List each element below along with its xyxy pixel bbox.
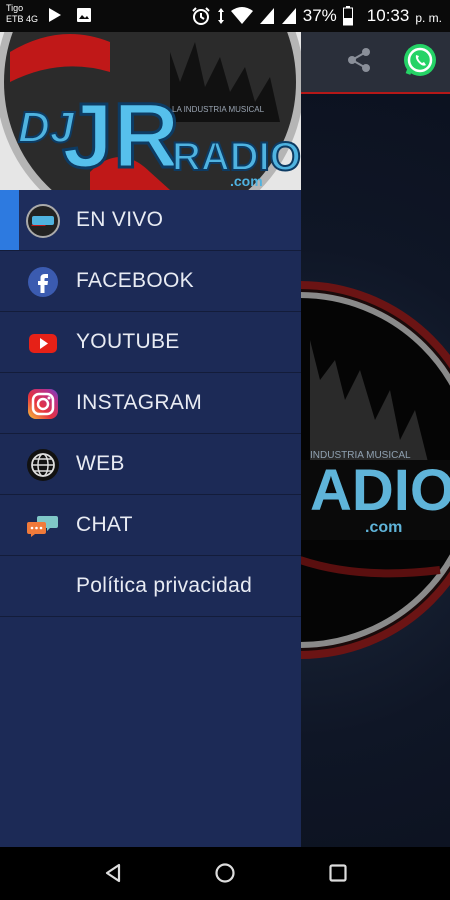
globe-icon <box>27 449 59 481</box>
network-type: ETB 4G <box>6 14 39 24</box>
menu-item-youtube[interactable]: YOUTUBE <box>0 312 301 373</box>
active-indicator <box>0 190 19 250</box>
image-icon <box>77 8 91 22</box>
logo-tagline: LA INDUSTRIA MUSICAL <box>172 105 265 114</box>
carrier-name: Tigo <box>6 3 24 13</box>
menu-label-facebook: FACEBOOK <box>76 269 194 292</box>
battery-percent: 37% <box>302 6 337 25</box>
youtube-icon <box>29 334 57 353</box>
signal-2-icon <box>281 8 296 24</box>
bg-logo-radio: ADIO <box>310 458 450 523</box>
system-navigation-bar <box>0 847 450 900</box>
clock-ampm: p. m. <box>415 10 442 25</box>
home-icon[interactable] <box>214 862 236 884</box>
whatsapp-icon[interactable] <box>402 42 438 78</box>
battery-icon <box>342 6 353 26</box>
alarm-icon <box>192 7 210 25</box>
menu-item-chat[interactable]: CHAT <box>0 495 301 556</box>
menu-label-web: WEB <box>76 452 125 475</box>
menu-label-youtube: YOUTUBE <box>76 330 180 353</box>
drawer-menu: EN VIVO FACEBOOK YOUTUBE INSTAGRAM WEB C… <box>0 190 301 617</box>
navigation-drawer: DJ JR RADIO .com LA INDUSTRIA MUSICAL EN… <box>0 32 301 847</box>
logo-jr: JR <box>62 85 180 187</box>
instagram-icon <box>28 389 58 419</box>
back-icon[interactable] <box>102 862 124 884</box>
menu-item-facebook[interactable]: FACEBOOK <box>0 251 301 312</box>
recents-icon[interactable] <box>327 862 349 884</box>
menu-label-chat: CHAT <box>76 513 133 536</box>
menu-label-instagram: INSTAGRAM <box>76 391 202 414</box>
signal-icon <box>259 8 274 24</box>
play-icon <box>49 8 61 22</box>
menu-item-instagram[interactable]: INSTAGRAM <box>0 373 301 434</box>
drawer-header: DJ JR RADIO .com LA INDUSTRIA MUSICAL <box>0 32 301 190</box>
menu-item-en-vivo[interactable]: EN VIVO <box>0 190 301 251</box>
menu-label-en-vivo: EN VIVO <box>76 208 164 231</box>
share-icon[interactable] <box>345 46 373 74</box>
menu-item-web[interactable]: WEB <box>0 434 301 495</box>
radio-logo-icon <box>26 204 60 238</box>
chat-icon <box>27 516 58 537</box>
bg-logo-tagline: INDUSTRIA MUSICAL <box>310 450 411 461</box>
facebook-icon <box>28 267 58 297</box>
menu-item-privacy-policy[interactable]: Política privacidad <box>0 556 301 617</box>
bg-logo-com: .com <box>365 519 402 536</box>
menu-label-privacy-policy: Política privacidad <box>76 574 253 597</box>
clock-time: 10:33 <box>366 6 410 25</box>
status-bar: Tigo ETB 4G 37% 10:33 p. m. <box>0 0 450 32</box>
data-transfer-icon <box>217 8 224 24</box>
wifi-icon <box>230 7 253 24</box>
djjr-radio-logo: DJ JR RADIO .com LA INDUSTRIA MUSICAL <box>0 32 301 190</box>
carrier-label: Tigo ETB 4G <box>6 3 38 25</box>
logo-com: .com <box>230 173 263 189</box>
